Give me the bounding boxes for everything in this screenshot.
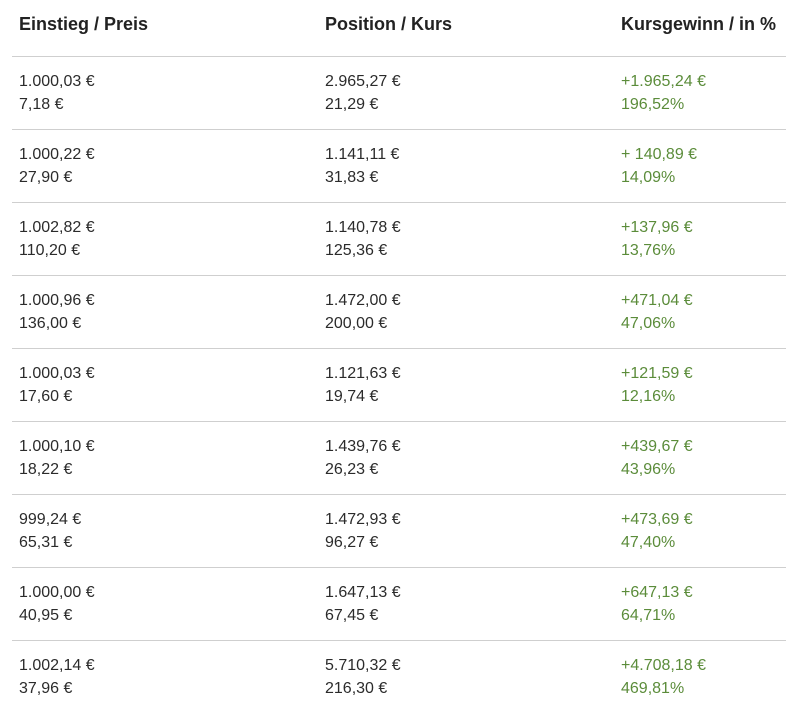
cell-kursgewinn: +439,67 € 43,96%	[614, 422, 786, 494]
cell-position-kurs: 1.121,63 € 19,74 €	[318, 349, 614, 421]
cell-kursgewinn: +121,59 € 12,16%	[614, 349, 786, 421]
position-value: 1.647,13 €	[325, 584, 401, 601]
preis-value: 37,96 €	[19, 680, 73, 697]
cell-position-kurs: 1.472,93 € 96,27 €	[318, 495, 614, 567]
cell-einstieg-preis: 999,24 € 65,31 €	[12, 495, 318, 567]
preis-value: 7,18 €	[19, 96, 64, 113]
gewinn-value: +439,67 €	[621, 438, 693, 455]
einstieg-value: 1.000,10 €	[19, 438, 95, 455]
header-kursgewinn: Kursgewinn / in %	[621, 14, 777, 34]
prozent-value: 196,52%	[621, 96, 685, 113]
kurs-value: 216,30 €	[325, 680, 388, 697]
prozent-value: 64,71%	[621, 607, 676, 624]
preis-value: 17,60 €	[19, 388, 73, 405]
prozent-value: 47,40%	[621, 534, 676, 551]
einstieg-value: 1.002,82 €	[19, 219, 95, 236]
prozent-value: 13,76%	[621, 242, 676, 259]
gewinn-value: +471,04 €	[621, 292, 693, 309]
position-value: 1.472,93 €	[325, 511, 401, 528]
table-row: 999,24 € 65,31 € 1.472,93 € 96,27 € +473…	[12, 495, 786, 568]
position-value: 1.439,76 €	[325, 438, 401, 455]
kurs-value: 21,29 €	[325, 96, 379, 113]
einstieg-value: 1.000,03 €	[19, 73, 95, 90]
preis-value: 27,90 €	[19, 169, 73, 186]
table-row: 1.000,00 € 40,95 € 1.647,13 € 67,45 € +6…	[12, 568, 786, 641]
position-value: 1.472,00 €	[325, 292, 401, 309]
preis-value: 18,22 €	[19, 461, 73, 478]
gewinn-value: +1.965,24 €	[621, 73, 706, 90]
position-value: 5.710,32 €	[325, 657, 401, 674]
cell-position-kurs: 1.439,76 € 26,23 €	[318, 422, 614, 494]
header-position-kurs: Position / Kurs	[325, 14, 453, 34]
gewinn-value: +137,96 €	[621, 219, 693, 236]
cell-einstieg-preis: 1.000,96 € 136,00 €	[12, 276, 318, 348]
table-row: 1.000,22 € 27,90 € 1.141,11 € 31,83 € + …	[12, 130, 786, 203]
cell-kursgewinn: +471,04 € 47,06%	[614, 276, 786, 348]
preis-value: 40,95 €	[19, 607, 73, 624]
position-value: 1.140,78 €	[325, 219, 401, 236]
cell-position-kurs: 5.710,32 € 216,30 €	[318, 641, 614, 714]
portfolio-table: Einstieg / Preis Position / Kurs Kursgew…	[12, 0, 786, 714]
einstieg-value: 1.000,96 €	[19, 292, 95, 309]
position-value: 1.121,63 €	[325, 365, 401, 382]
cell-position-kurs: 1.140,78 € 125,36 €	[318, 203, 614, 275]
prozent-value: 14,09%	[621, 169, 676, 186]
kurs-value: 200,00 €	[325, 315, 388, 332]
cell-einstieg-preis: 1.000,03 € 17,60 €	[12, 349, 318, 421]
cell-einstieg-preis: 1.000,03 € 7,18 €	[12, 57, 318, 129]
cell-kursgewinn: +4.708,18 € 469,81%	[614, 641, 786, 714]
gewinn-value: +4.708,18 €	[621, 657, 706, 674]
gewinn-value: +473,69 €	[621, 511, 693, 528]
table-row: 1.000,10 € 18,22 € 1.439,76 € 26,23 € +4…	[12, 422, 786, 495]
cell-position-kurs: 1.141,11 € 31,83 €	[318, 130, 614, 202]
kurs-value: 125,36 €	[325, 242, 388, 259]
cell-kursgewinn: +473,69 € 47,40%	[614, 495, 786, 567]
kurs-value: 96,27 €	[325, 534, 379, 551]
cell-kursgewinn: +1.965,24 € 196,52%	[614, 57, 786, 129]
position-value: 2.965,27 €	[325, 73, 401, 90]
kurs-value: 31,83 €	[325, 169, 379, 186]
gewinn-value: +647,13 €	[621, 584, 693, 601]
einstieg-value: 1.002,14 €	[19, 657, 95, 674]
table-row: 1.000,96 € 136,00 € 1.472,00 € 200,00 € …	[12, 276, 786, 349]
table-row: 1.002,82 € 110,20 € 1.140,78 € 125,36 € …	[12, 203, 786, 276]
gewinn-value: +121,59 €	[621, 365, 693, 382]
table-row: 1.000,03 € 7,18 € 2.965,27 € 21,29 € +1.…	[12, 57, 786, 130]
cell-kursgewinn: +647,13 € 64,71%	[614, 568, 786, 640]
prozent-value: 43,96%	[621, 461, 676, 478]
header-einstieg-preis: Einstieg / Preis	[19, 14, 149, 34]
cell-position-kurs: 1.472,00 € 200,00 €	[318, 276, 614, 348]
cell-einstieg-preis: 1.002,14 € 37,96 €	[12, 641, 318, 714]
table-header: Einstieg / Preis Position / Kurs Kursgew…	[12, 0, 786, 57]
position-value: 1.141,11 €	[325, 146, 400, 163]
prozent-value: 47,06%	[621, 315, 676, 332]
kurs-value: 67,45 €	[325, 607, 379, 624]
cell-einstieg-preis: 1.002,82 € 110,20 €	[12, 203, 318, 275]
cell-einstieg-preis: 1.000,10 € 18,22 €	[12, 422, 318, 494]
einstieg-value: 1.000,00 €	[19, 584, 95, 601]
kurs-value: 19,74 €	[325, 388, 379, 405]
einstieg-value: 1.000,22 €	[19, 146, 95, 163]
cell-einstieg-preis: 1.000,22 € 27,90 €	[12, 130, 318, 202]
preis-value: 65,31 €	[19, 534, 73, 551]
cell-einstieg-preis: 1.000,00 € 40,95 €	[12, 568, 318, 640]
cell-kursgewinn: +137,96 € 13,76%	[614, 203, 786, 275]
cell-position-kurs: 2.965,27 € 21,29 €	[318, 57, 614, 129]
prozent-value: 12,16%	[621, 388, 676, 405]
preis-value: 110,20 €	[19, 242, 81, 259]
preis-value: 136,00 €	[19, 315, 82, 332]
einstieg-value: 1.000,03 €	[19, 365, 95, 382]
cell-position-kurs: 1.647,13 € 67,45 €	[318, 568, 614, 640]
einstieg-value: 999,24 €	[19, 511, 82, 528]
table-row: 1.002,14 € 37,96 € 5.710,32 € 216,30 € +…	[12, 641, 786, 714]
cell-kursgewinn: + 140,89 € 14,09%	[614, 130, 786, 202]
gewinn-value: + 140,89 €	[621, 146, 698, 163]
prozent-value: 469,81%	[621, 680, 685, 697]
table-row: 1.000,03 € 17,60 € 1.121,63 € 19,74 € +1…	[12, 349, 786, 422]
kurs-value: 26,23 €	[325, 461, 379, 478]
